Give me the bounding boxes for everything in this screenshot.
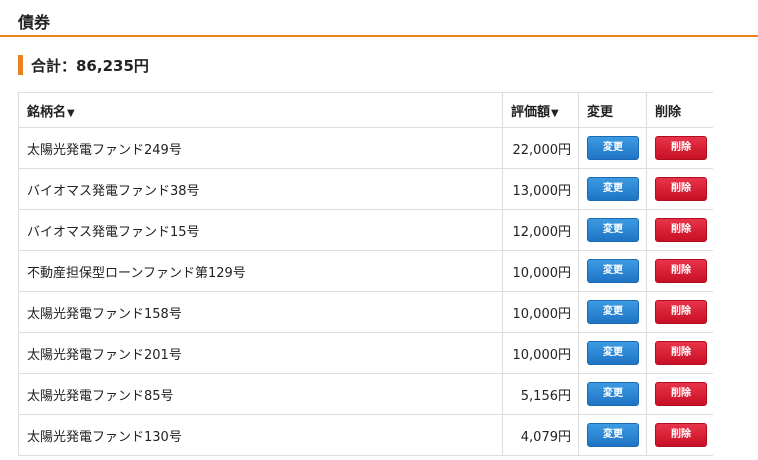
bond-amount: 22,000円	[502, 127, 579, 169]
delete-cell: 削除	[646, 168, 713, 210]
table-row: バイオマス発電ファンド15号 12,000円 変更 削除	[18, 209, 713, 251]
bond-name: 太陽光発電ファンド158号	[18, 291, 503, 333]
delete-button[interactable]: 削除	[655, 259, 707, 283]
bond-amount: 10,000円	[502, 332, 579, 374]
bond-amount: 5,156円	[502, 373, 579, 415]
column-header-amount-label: 評価額	[511, 104, 551, 120]
bond-table: 銘柄名▼ 評価額▼ 変更 削除 太陽光発電ファンド249号 22,000円 変更 削除…	[18, 92, 713, 456]
edit-button[interactable]: 変更	[587, 177, 639, 201]
edit-cell: 変更	[578, 168, 647, 210]
section-title: 債券	[18, 13, 51, 32]
bond-name: 太陽光発電ファンド130号	[18, 414, 503, 456]
delete-cell: 削除	[646, 209, 713, 251]
edit-cell: 変更	[578, 127, 647, 169]
section-header: 債券	[0, 0, 758, 37]
total-amount: 合計：86,235円	[31, 56, 149, 75]
table-row: 太陽光発電ファンド130号 4,079円 変更 削除	[18, 414, 713, 456]
delete-button[interactable]: 削除	[655, 300, 707, 324]
bond-name: バイオマス発電ファンド15号	[18, 209, 503, 251]
bond-amount: 4,079円	[502, 414, 579, 456]
delete-cell: 削除	[646, 291, 713, 333]
bond-table-container: 銘柄名▼ 評価額▼ 変更 削除 太陽光発電ファンド249号 22,000円 変更 削除…	[18, 92, 713, 460]
delete-button[interactable]: 削除	[655, 136, 707, 160]
bond-amount: 12,000円	[502, 209, 579, 251]
table-header-row: 銘柄名▼ 評価額▼ 変更 削除	[18, 92, 713, 128]
bond-amount: 13,000円	[502, 168, 579, 210]
table-row: 太陽光発電ファンド201号 10,000円 変更 削除	[18, 332, 713, 374]
table-row: 太陽光発電ファンド158号 10,000円 変更 削除	[18, 291, 713, 333]
edit-button[interactable]: 変更	[587, 136, 639, 160]
delete-button[interactable]: 削除	[655, 218, 707, 242]
table-row: バイオマス発電ファンド38号 13,000円 変更 削除	[18, 168, 713, 210]
edit-button[interactable]: 変更	[587, 423, 639, 447]
sort-desc-icon[interactable]: ▼	[67, 108, 75, 119]
edit-cell: 変更	[578, 209, 647, 251]
edit-cell: 変更	[578, 250, 647, 292]
bond-amount: 10,000円	[502, 291, 579, 333]
delete-cell: 削除	[646, 250, 713, 292]
delete-button[interactable]: 削除	[655, 177, 707, 201]
column-header-amount[interactable]: 評価額▼	[502, 92, 579, 128]
edit-cell: 変更	[578, 332, 647, 374]
delete-cell: 削除	[646, 332, 713, 374]
column-header-name-label: 銘柄名	[27, 104, 67, 120]
delete-button[interactable]: 削除	[655, 341, 707, 365]
bond-name: 不動産担保型ローンファンド第129号	[18, 250, 503, 292]
bond-name: バイオマス発電ファンド38号	[18, 168, 503, 210]
bond-name: 太陽光発電ファンド85号	[18, 373, 503, 415]
bond-name: 太陽光発電ファンド249号	[18, 127, 503, 169]
delete-cell: 削除	[646, 414, 713, 456]
table-row: 太陽光発電ファンド85号 5,156円 変更 削除	[18, 373, 713, 415]
edit-cell: 変更	[578, 373, 647, 415]
column-header-delete: 削除	[646, 92, 713, 128]
delete-cell: 削除	[646, 127, 713, 169]
total-summary: 合計：86,235円	[18, 54, 149, 76]
edit-button[interactable]: 変更	[587, 218, 639, 242]
bond-amount: 10,000円	[502, 250, 579, 292]
edit-cell: 変更	[578, 291, 647, 333]
delete-button[interactable]: 削除	[655, 382, 707, 406]
bond-name: 太陽光発電ファンド201号	[18, 332, 503, 374]
edit-button[interactable]: 変更	[587, 300, 639, 324]
delete-button[interactable]: 削除	[655, 423, 707, 447]
edit-button[interactable]: 変更	[587, 259, 639, 283]
edit-button[interactable]: 変更	[587, 341, 639, 365]
table-row: 不動産担保型ローンファンド第129号 10,000円 変更 削除	[18, 250, 713, 292]
total-accent-bar	[18, 55, 23, 75]
column-header-edit: 変更	[578, 92, 647, 128]
delete-cell: 削除	[646, 373, 713, 415]
column-header-name[interactable]: 銘柄名▼	[18, 92, 503, 128]
edit-button[interactable]: 変更	[587, 382, 639, 406]
edit-cell: 変更	[578, 414, 647, 456]
sort-desc-icon[interactable]: ▼	[551, 108, 559, 119]
table-row: 太陽光発電ファンド249号 22,000円 変更 削除	[18, 127, 713, 169]
